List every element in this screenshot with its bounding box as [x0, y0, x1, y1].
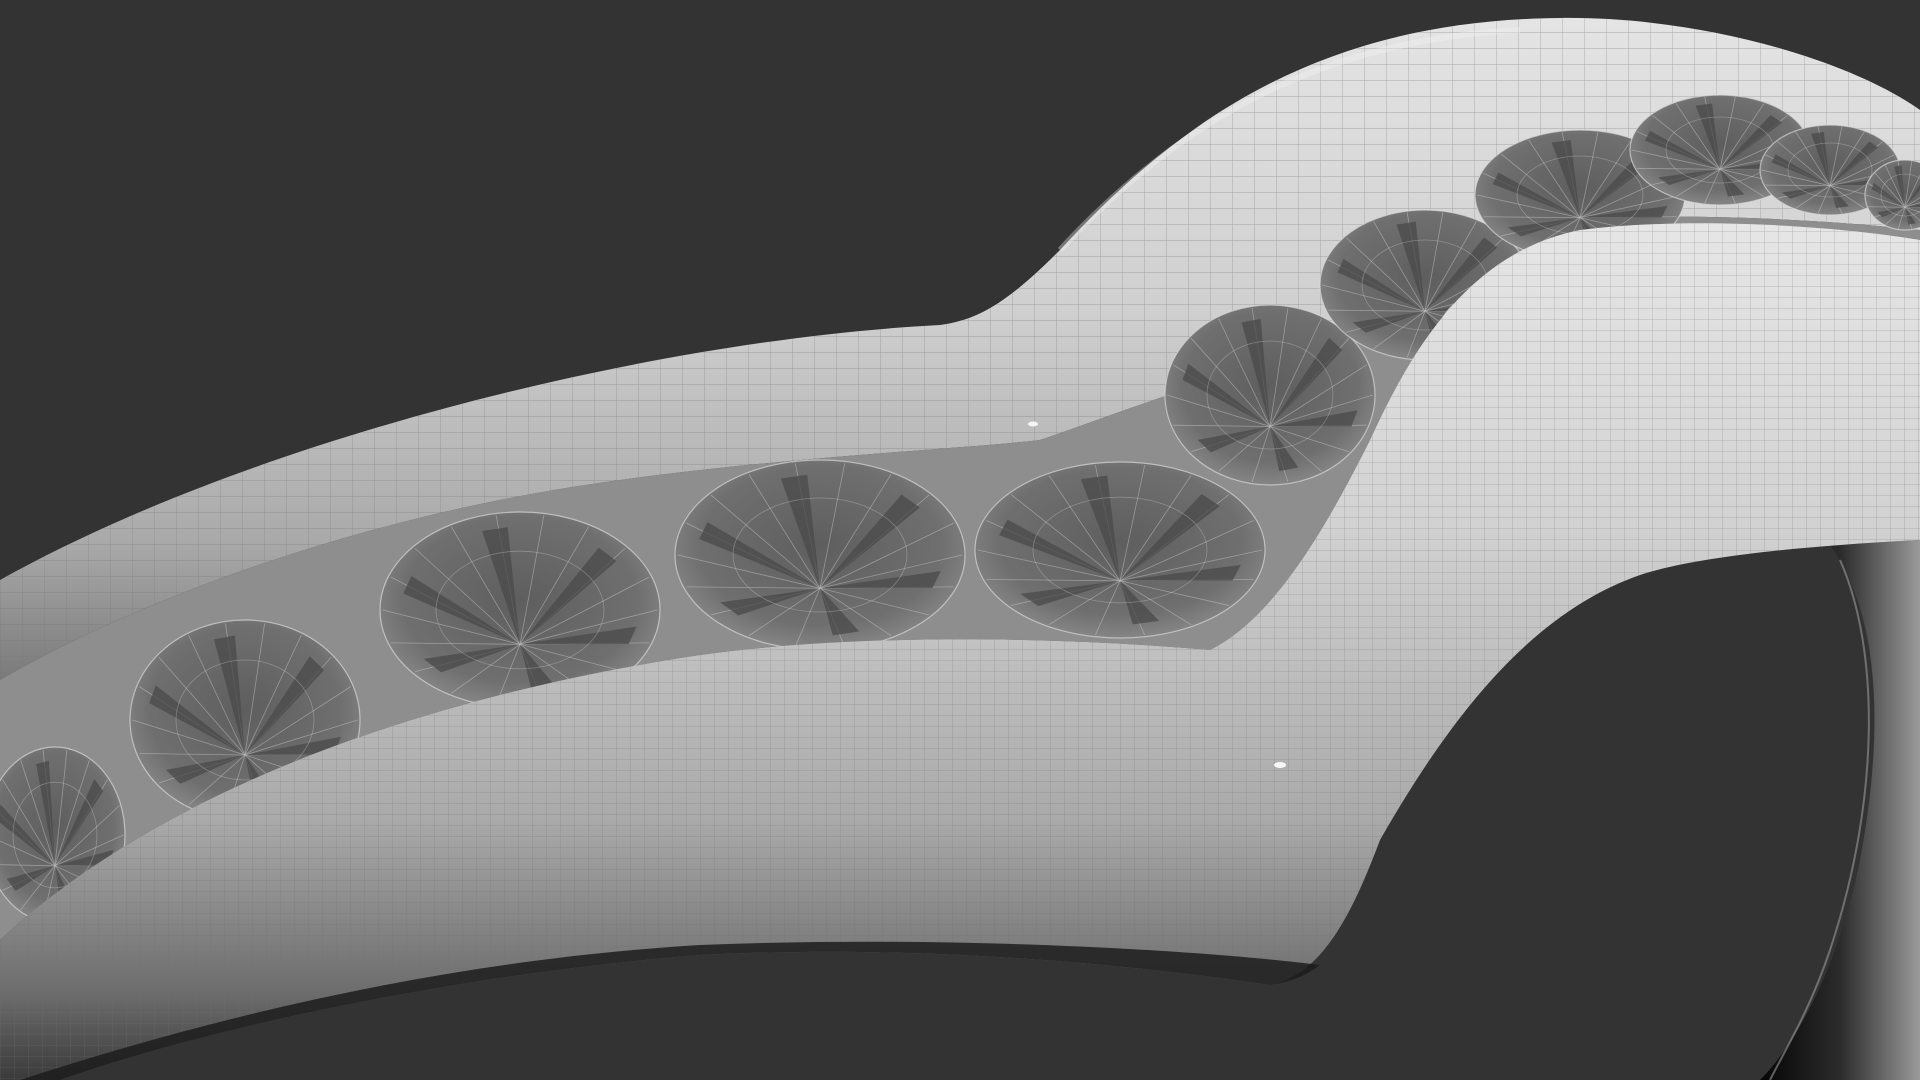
gem	[974, 461, 1266, 639]
3d-viewport[interactable]	[0, 0, 1920, 1080]
ring-render	[0, 0, 1920, 1080]
gem	[674, 459, 966, 651]
